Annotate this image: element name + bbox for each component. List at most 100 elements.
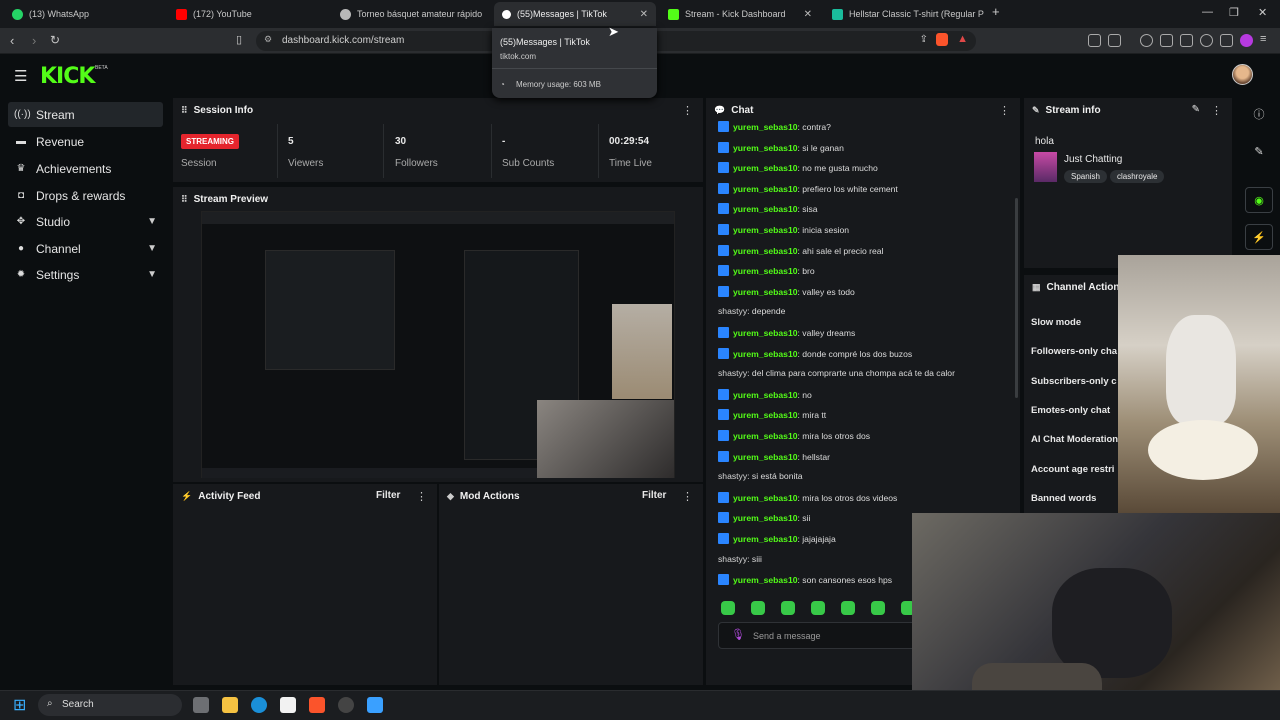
channel-action-item[interactable]: Subscribers-only c: [1031, 376, 1117, 387]
microphone-icon[interactable]: 🎙: [731, 628, 745, 641]
chat-username[interactable]: yurem_sebas10: [733, 452, 798, 462]
hamburger-menu-icon[interactable]: ☰: [14, 67, 27, 85]
tab-youtube[interactable]: (172) YouTube: [168, 2, 328, 26]
drag-handle-icon[interactable]: ⠿: [181, 194, 188, 205]
screenshot-icon[interactable]: [1108, 34, 1121, 47]
chat-username[interactable]: yurem_sebas10: [733, 349, 798, 359]
windows-start-icon[interactable]: ⊞: [13, 695, 26, 715]
emote-icon[interactable]: [871, 601, 885, 615]
brave-icon[interactable]: [309, 697, 325, 713]
brave-shield-icon[interactable]: [936, 33, 948, 46]
chat-username[interactable]: yurem_sebas10: [733, 513, 798, 523]
edit-icon[interactable]: ✎: [1192, 104, 1200, 115]
new-tab-button[interactable]: +: [992, 4, 1000, 19]
emote-icon[interactable]: [841, 601, 855, 615]
close-window-icon[interactable]: ✕: [1258, 6, 1267, 19]
share-icon[interactable]: ⇪: [920, 34, 928, 45]
more-options-icon[interactable]: ⋮: [999, 104, 1010, 117]
tag-chip[interactable]: Spanish: [1064, 170, 1107, 183]
task-view-icon[interactable]: [193, 697, 209, 713]
sidebar-item-drops[interactable]: ◘ Drops & rewards: [8, 183, 163, 208]
sidebar-item-stream[interactable]: ((·)) Stream: [8, 102, 163, 127]
channel-action-item[interactable]: Slow mode: [1031, 317, 1081, 328]
emote-icon[interactable]: [721, 601, 735, 615]
chat-username[interactable]: yurem_sebas10: [733, 225, 798, 235]
obs-icon[interactable]: [338, 697, 354, 713]
chat-username[interactable]: yurem_sebas10: [733, 493, 798, 503]
chat-scrollbar[interactable]: [1015, 198, 1018, 398]
leo-icon[interactable]: [1200, 34, 1213, 47]
chat-username[interactable]: yurem_sebas10: [733, 287, 798, 297]
sidebar-item-revenue[interactable]: ▬ Revenue: [8, 129, 163, 154]
chat-username[interactable]: yurem_sebas10: [733, 143, 798, 153]
forward-icon[interactable]: ›: [32, 33, 36, 48]
drag-handle-icon[interactable]: ⠿: [181, 105, 188, 116]
camera-icon[interactable]: ◉: [1245, 187, 1273, 213]
tab-kick[interactable]: Stream - Kick Dashboard ✕: [660, 2, 820, 26]
profile-icon[interactable]: [1240, 34, 1253, 47]
sidebar-item-channel[interactable]: ● Channel ▼: [8, 236, 163, 261]
vpn-icon[interactable]: [1220, 34, 1233, 47]
more-options-icon[interactable]: ⋮: [682, 490, 693, 503]
chat-username[interactable]: yurem_sebas10: [733, 163, 798, 173]
chat-username[interactable]: yurem_sebas10: [733, 534, 798, 544]
emote-icon[interactable]: [751, 601, 765, 615]
close-icon[interactable]: ✕: [640, 9, 648, 20]
notepad-icon[interactable]: [367, 697, 383, 713]
chat-username[interactable]: yurem_sebas10: [733, 184, 798, 194]
pencil-icon[interactable]: ✎: [1245, 138, 1273, 164]
site-info-icon[interactable]: ⚙: [264, 34, 272, 45]
bookmark-icon[interactable]: ▯: [236, 33, 242, 46]
chat-username[interactable]: yurem_sebas10: [733, 410, 798, 420]
lightning-icon[interactable]: ⚡: [1245, 224, 1273, 250]
info-icon[interactable]: ⓘ: [1245, 101, 1273, 127]
chat-username[interactable]: yurem_sebas10: [733, 122, 798, 132]
chat-username[interactable]: shastyy: [718, 471, 747, 481]
chat-username[interactable]: shastyy: [718, 306, 747, 316]
close-icon[interactable]: ✕: [804, 9, 812, 20]
tab-whatsapp[interactable]: (13) WhatsApp: [4, 2, 164, 26]
channel-action-item[interactable]: Emotes-only chat: [1031, 405, 1110, 416]
sidebar-item-studio[interactable]: ✥ Studio ▼: [8, 209, 163, 234]
sidebar-toggle-icon[interactable]: [1160, 34, 1173, 47]
chat-username[interactable]: yurem_sebas10: [733, 266, 798, 276]
filter-button[interactable]: Filter: [376, 490, 400, 501]
brave-rewards-icon[interactable]: ▲: [957, 33, 968, 45]
stream-preview-video[interactable]: [201, 211, 675, 478]
taskbar-search[interactable]: ⌕ Search: [38, 694, 182, 716]
kick-logo[interactable]: KICK: [40, 64, 95, 89]
sidebar-item-settings[interactable]: ✹ Settings ▼: [8, 262, 163, 287]
edge-icon[interactable]: [251, 697, 267, 713]
more-options-icon[interactable]: ⋮: [1211, 104, 1222, 117]
filter-button[interactable]: Filter: [642, 490, 666, 501]
reload-icon[interactable]: ↻: [50, 33, 60, 47]
category-thumbnail[interactable]: [1034, 152, 1057, 182]
minimize-icon[interactable]: —: [1202, 6, 1213, 18]
chat-username[interactable]: yurem_sebas10: [733, 390, 798, 400]
chat-username[interactable]: shastyy: [718, 554, 747, 564]
emote-icon[interactable]: [781, 601, 795, 615]
channel-action-item[interactable]: Followers-only cha: [1031, 346, 1117, 357]
sidebar-item-achievements[interactable]: ♛ Achievements: [8, 156, 163, 181]
chat-username[interactable]: yurem_sebas10: [733, 328, 798, 338]
channel-action-item[interactable]: AI Chat Moderation: [1031, 434, 1118, 445]
back-icon[interactable]: ‹: [10, 33, 14, 48]
tab-torneo[interactable]: Torneo básquet amateur rápido: [332, 2, 492, 26]
more-options-icon[interactable]: ⋮: [682, 104, 693, 117]
store-icon[interactable]: [280, 697, 296, 713]
chat-username[interactable]: yurem_sebas10: [733, 246, 798, 256]
extensions-icon[interactable]: [1088, 34, 1101, 47]
tag-chip[interactable]: clashroyale: [1110, 170, 1165, 183]
chat-username[interactable]: yurem_sebas10: [733, 575, 798, 585]
menu-icon[interactable]: ≡: [1260, 33, 1266, 45]
channel-action-item[interactable]: Account age restri: [1031, 464, 1114, 475]
channel-action-item[interactable]: Banned words: [1031, 493, 1096, 504]
emote-icon[interactable]: [811, 601, 825, 615]
file-explorer-icon[interactable]: [222, 697, 238, 713]
avatar[interactable]: [1232, 64, 1253, 85]
tab-hellstar[interactable]: Hellstar Classic T-shirt (Regular Print): [824, 2, 984, 26]
chat-username[interactable]: shastyy: [718, 368, 747, 378]
chat-username[interactable]: yurem_sebas10: [733, 204, 798, 214]
tab-tiktok[interactable]: (55)Messages | TikTok ✕: [494, 2, 656, 26]
more-options-icon[interactable]: ⋮: [416, 490, 427, 503]
